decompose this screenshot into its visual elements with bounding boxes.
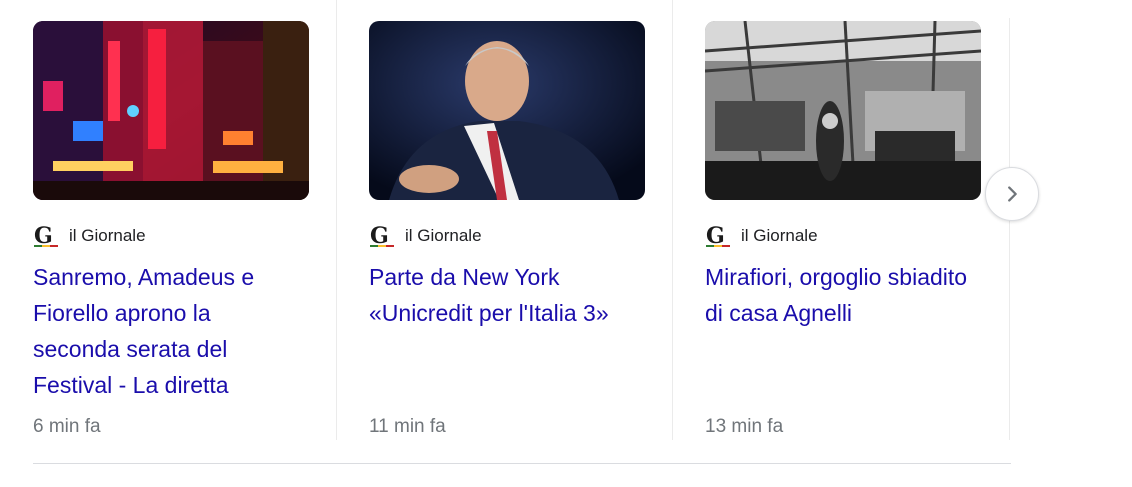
news-thumbnail[interactable]: [369, 21, 645, 200]
news-headline-link[interactable]: Mirafiori, orgoglio sbiadito di casa Agn…: [705, 259, 975, 331]
carousel-next-button[interactable]: [985, 167, 1039, 221]
source-name: il Giornale: [741, 226, 818, 245]
il-giornale-logo-icon: G: [33, 223, 59, 249]
news-thumbnail[interactable]: [33, 21, 309, 200]
news-time: 13 min fa: [705, 416, 784, 437]
news-card[interactable]: G il Giornale Parte da New York «Unicred…: [336, 0, 673, 440]
news-headline-link[interactable]: Sanremo, Amadeus e Fiorello aprono la se…: [33, 259, 303, 403]
card-separator: [1009, 18, 1010, 440]
news-carousel: G il Giornale Sanremo, Amadeus e Fiorell…: [0, 0, 1132, 487]
news-source: G il Giornale: [705, 222, 818, 250]
section-divider: [33, 463, 1011, 464]
news-time: 11 min fa: [369, 416, 446, 437]
source-name: il Giornale: [69, 226, 146, 245]
news-source: G il Giornale: [369, 222, 482, 250]
source-name: il Giornale: [405, 226, 482, 245]
news-thumbnail[interactable]: [705, 21, 981, 200]
news-headline-link[interactable]: Parte da New York «Unicredit per l'Itali…: [369, 259, 639, 331]
il-giornale-logo-icon: G: [369, 223, 395, 249]
il-giornale-logo-icon: G: [705, 223, 731, 249]
news-source: G il Giornale: [33, 222, 146, 250]
news-card[interactable]: G il Giornale Sanremo, Amadeus e Fiorell…: [0, 0, 336, 440]
news-card[interactable]: G il Giornale Mirafiori, orgoglio sbiadi…: [672, 0, 1009, 440]
chevron-right-icon: [1008, 186, 1017, 202]
news-time: 6 min fa: [33, 416, 101, 437]
